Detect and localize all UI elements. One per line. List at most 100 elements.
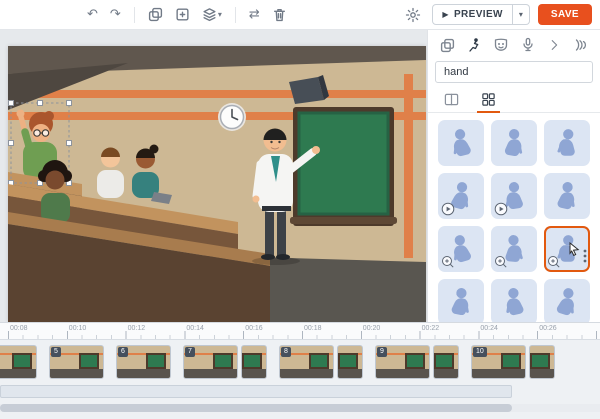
pose-tile[interactable] [544,120,590,166]
scene-thumbnail[interactable] [241,345,267,379]
category-icon-row [428,30,600,58]
motion-lines-icon[interactable] [570,35,590,55]
thumb-board [146,353,166,369]
trash-icon[interactable] [269,5,290,24]
preview-dropdown-button[interactable]: ▾ [513,4,530,25]
timeline: 00:0800:1000:1200:1400:1600:1800:2000:22… [0,322,600,419]
pose-menu-icon[interactable] [583,249,587,263]
swap-icon[interactable]: ⇄ [246,6,263,23]
time-label: 00:24 [480,325,498,332]
pose-tile[interactable] [438,120,484,166]
scene-number-badge: 10 [473,347,487,357]
microphone-icon[interactable] [518,35,538,55]
thumb-board [309,353,329,369]
pose-tile[interactable] [544,226,590,272]
redo-icon[interactable]: ↷ [107,6,124,23]
toolbar-divider [235,7,236,23]
chalkboard[interactable] [290,107,397,226]
canvas-stage[interactable] [8,46,426,322]
scene-thumbnail[interactable] [337,345,363,379]
time-ruler[interactable]: 00:0800:1000:1200:1400:1600:1800:2000:22… [0,323,600,340]
time-label: 00:14 [186,325,204,332]
app-window: ↶ ↷ ▾ ⇄ ▶ [0,0,600,419]
pose-silhouette [496,283,532,321]
thumb-floor [530,369,554,378]
pose-tile[interactable] [491,120,537,166]
play-overlay-icon[interactable] [441,202,455,216]
workspace [0,30,427,322]
pose-tile[interactable] [491,279,537,322]
layout-icon[interactable] [438,36,457,55]
thumb-board [213,353,233,369]
thumb-board [501,353,521,369]
search-input[interactable] [435,61,593,83]
pose-tile[interactable] [438,279,484,322]
copy-icon[interactable] [145,5,166,24]
pose-tile[interactable] [491,226,537,272]
thumb-board [79,353,99,369]
pose-silhouette [552,127,582,159]
time-label: 00:10 [69,325,87,332]
toolbar-right-group: ▶ PREVIEW ▾ SAVE [402,4,592,25]
scene-thumbnail[interactable] [433,345,459,379]
pose-tile[interactable] [544,173,590,219]
wall-clock[interactable] [218,103,246,131]
scene-number-badge: 6 [118,347,128,357]
thumb-floor [50,369,103,378]
zoom-overlay-icon[interactable] [441,255,455,269]
preview-split-button: ▶ PREVIEW ▾ [432,4,530,25]
chevron-right-icon[interactable] [545,36,563,54]
scene-thumbnail[interactable]: 5 [49,345,104,379]
zoom-overlay-icon[interactable] [547,255,561,269]
scene-thumbnail[interactable]: 8 [279,345,334,379]
toolbar-divider [134,7,135,23]
pose-silhouette [497,125,532,161]
audio-track[interactable] [0,385,512,398]
play-overlay-icon[interactable] [494,202,508,216]
scene-number-badge: 7 [185,347,195,357]
thumb-board [242,353,262,369]
time-label: 00:22 [422,325,440,332]
pose-silhouette [443,124,480,162]
pose-tile[interactable] [491,173,537,219]
thumb-board [405,353,425,369]
panel-tabs [428,88,600,113]
thumb-board [338,353,358,369]
expression-mask-icon[interactable] [491,35,511,55]
duplicate-icon[interactable] [172,5,193,24]
thumb-board [434,353,454,369]
preview-button-label: PREVIEW [454,9,503,20]
scene-thumbnail[interactable]: 7 [183,345,238,379]
thumb-floor [0,369,36,378]
thumb-board [12,353,32,369]
scene-thumbnail[interactable]: 9 [375,345,430,379]
search-row [428,58,600,88]
scrollbar-handle[interactable] [0,404,512,412]
pose-tile[interactable] [544,279,590,322]
thumb-floor [280,369,333,378]
time-label: 00:18 [304,325,322,332]
pose-tile[interactable] [438,226,484,272]
thumb-floor [338,369,362,378]
scene-thumbnail[interactable]: 6 [116,345,171,379]
scene-thumbnail[interactable] [0,345,37,379]
scene-number-badge: 9 [377,347,387,357]
time-label: 00:12 [128,325,146,332]
scene-thumbnail[interactable]: 10 [471,345,526,379]
thumb-floor [242,369,266,378]
grid-view-tab[interactable] [475,90,502,112]
pose-silhouette [548,282,586,321]
save-button[interactable]: SAVE [538,4,592,25]
preview-button[interactable]: ▶ PREVIEW [432,4,512,25]
settings-icon[interactable] [402,5,424,25]
zoom-overlay-icon[interactable] [494,255,508,269]
undo-icon[interactable]: ↶ [84,6,101,23]
split-view-tab[interactable] [438,90,465,112]
pose-tile[interactable] [438,173,484,219]
scene-thumbnail[interactable] [529,345,555,379]
layers-icon[interactable]: ▾ [199,5,225,24]
character-action-icon[interactable] [464,35,484,55]
thumb-floor [376,369,429,378]
time-label: 00:08 [10,325,28,332]
pose-silhouette [549,177,585,215]
